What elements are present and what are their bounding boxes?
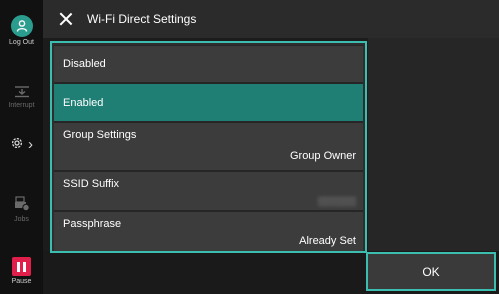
option-passphrase[interactable]: Passphrase Already Set [54, 212, 363, 251]
option-label: Enabled [63, 97, 104, 109]
pause-icon [12, 257, 31, 276]
option-enabled[interactable]: Enabled [54, 84, 363, 121]
option-label: Passphrase [63, 218, 122, 230]
logout-icon [10, 15, 33, 37]
chevron-right-icon: › [28, 135, 33, 153]
option-label: Group Settings [63, 129, 137, 141]
ssid-suffix-redacted: ▒▒▒▒▒▒ [317, 196, 356, 206]
ok-button[interactable]: OK [366, 252, 496, 291]
page-title: Wi-Fi Direct Settings [87, 12, 197, 26]
option-disabled[interactable]: Disabled [54, 46, 363, 82]
logout-label: Log Out [9, 39, 34, 46]
option-label: Disabled [63, 58, 106, 70]
side-rail: Log Out Interrupt › Jobs Pause [0, 0, 43, 294]
jobs-button[interactable]: Jobs [0, 196, 43, 223]
jobs-label: Jobs [14, 216, 29, 223]
option-ssid-suffix[interactable]: SSID Suffix ▒▒▒▒▒▒ [54, 172, 363, 210]
interrupt-button[interactable]: Interrupt [0, 84, 43, 109]
logout-button[interactable]: Log Out [0, 15, 43, 46]
pause-label: Pause [11, 278, 32, 285]
pause-button[interactable]: Pause [0, 257, 43, 285]
right-pane [368, 38, 499, 251]
option-group-settings[interactable]: Group Settings Group Owner [54, 123, 363, 170]
interrupt-label: Interrupt [8, 102, 35, 109]
option-value: Already Set [299, 235, 356, 247]
interrupt-icon [14, 84, 30, 100]
settings-menu-button[interactable]: › [0, 136, 43, 152]
close-icon[interactable] [59, 12, 73, 26]
option-value: Group Owner [289, 150, 356, 162]
settings-gear-icon [10, 136, 24, 152]
header-bar: Wi-Fi Direct Settings [43, 0, 499, 38]
options-list: Disabled Enabled Group Settings Group Ow… [50, 41, 367, 253]
jobs-icon [14, 196, 30, 214]
option-label: SSID Suffix [63, 178, 120, 190]
